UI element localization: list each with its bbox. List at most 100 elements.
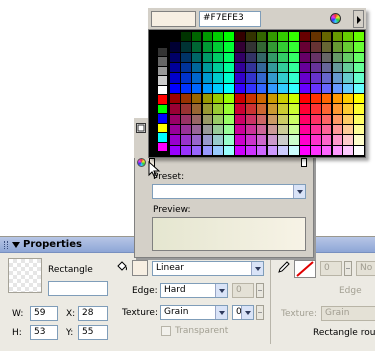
color-swatch[interactable] (278, 32, 289, 42)
color-swatch[interactable] (256, 52, 267, 62)
color-swatch[interactable] (180, 94, 191, 104)
stroke-width-stepper[interactable] (344, 261, 352, 276)
color-swatch[interactable] (170, 63, 180, 73)
color-swatch[interactable] (354, 42, 364, 52)
gradient-stop-marker-right-icon[interactable] (301, 158, 307, 167)
color-swatch[interactable] (310, 135, 321, 145)
fill-type-select[interactable]: Linear (152, 261, 264, 276)
color-swatch[interactable] (245, 104, 256, 114)
properties-grip-icon[interactable] (4, 241, 8, 249)
color-swatch[interactable] (267, 73, 278, 83)
color-swatch[interactable] (202, 94, 213, 104)
color-swatch[interactable] (321, 52, 332, 62)
color-swatch[interactable] (245, 32, 256, 42)
color-swatch[interactable] (213, 125, 224, 135)
color-swatch[interactable] (267, 104, 278, 114)
color-swatch[interactable] (191, 83, 202, 93)
texture-amount-stepper[interactable] (256, 305, 264, 320)
color-swatch[interactable] (310, 73, 321, 83)
system-color-swatch[interactable] (158, 133, 167, 142)
color-swatch[interactable] (332, 125, 343, 135)
color-swatch[interactable] (213, 135, 224, 145)
color-swatch[interactable] (224, 42, 234, 52)
color-swatch[interactable] (321, 94, 332, 104)
system-color-swatch[interactable] (158, 38, 167, 47)
color-swatch[interactable] (170, 83, 180, 93)
color-swatch[interactable] (235, 63, 245, 73)
color-swatch[interactable] (180, 42, 191, 52)
color-swatch[interactable] (300, 52, 310, 62)
color-swatch[interactable] (191, 73, 202, 83)
color-swatch[interactable] (202, 63, 213, 73)
color-swatch[interactable] (310, 83, 321, 93)
color-swatch[interactable] (191, 63, 202, 73)
panel-menu-icon[interactable] (136, 123, 146, 133)
color-swatch[interactable] (289, 32, 299, 42)
system-color-swatch[interactable] (158, 47, 167, 56)
color-swatch[interactable] (202, 32, 213, 42)
color-swatch[interactable] (300, 104, 310, 114)
system-color-swatch[interactable] (158, 95, 167, 104)
color-swatch[interactable] (245, 83, 256, 93)
color-swatch[interactable] (202, 114, 213, 124)
color-swatch[interactable] (267, 125, 278, 135)
color-swatch[interactable] (310, 63, 321, 73)
color-swatch[interactable] (256, 94, 267, 104)
color-swatch[interactable] (300, 135, 310, 145)
color-swatch[interactable] (202, 104, 213, 114)
color-swatch[interactable] (332, 63, 343, 73)
color-swatch[interactable] (343, 73, 354, 83)
color-swatch[interactable] (235, 135, 245, 145)
stroke-color-swatch[interactable] (294, 260, 316, 278)
color-swatch[interactable] (170, 104, 180, 114)
color-swatch[interactable] (300, 94, 310, 104)
color-swatch[interactable] (321, 135, 332, 145)
color-swatch[interactable] (278, 52, 289, 62)
color-swatch[interactable] (332, 94, 343, 104)
color-swatch[interactable] (300, 125, 310, 135)
color-swatch[interactable] (321, 42, 332, 52)
color-swatch[interactable] (245, 52, 256, 62)
color-swatch[interactable] (170, 32, 180, 42)
color-swatch[interactable] (267, 145, 278, 155)
color-swatch[interactable] (213, 83, 224, 93)
color-swatch[interactable] (202, 42, 213, 52)
color-swatch[interactable] (278, 114, 289, 124)
color-swatch[interactable] (354, 73, 364, 83)
color-swatch[interactable] (224, 125, 234, 135)
color-swatch[interactable] (245, 125, 256, 135)
texture-select-2[interactable]: Grain (321, 306, 375, 321)
color-swatch[interactable] (213, 73, 224, 83)
color-swatch[interactable] (267, 83, 278, 93)
color-swatch[interactable] (332, 73, 343, 83)
color-swatch[interactable] (354, 125, 364, 135)
color-swatch[interactable] (256, 42, 267, 52)
color-swatch[interactable] (332, 42, 343, 52)
color-swatch[interactable] (256, 83, 267, 93)
color-swatch[interactable] (235, 52, 245, 62)
system-color-swatch[interactable] (158, 142, 167, 151)
color-swatch[interactable] (180, 52, 191, 62)
color-swatch[interactable] (310, 145, 321, 155)
color-swatch[interactable] (310, 52, 321, 62)
color-swatch[interactable] (310, 104, 321, 114)
color-swatch[interactable] (202, 125, 213, 135)
color-swatch[interactable] (235, 32, 245, 42)
color-swatch[interactable] (224, 104, 234, 114)
color-swatch[interactable] (245, 94, 256, 104)
color-swatch[interactable] (321, 83, 332, 93)
color-swatch[interactable] (213, 114, 224, 124)
color-swatch[interactable] (300, 145, 310, 155)
edge-select[interactable]: Hard (160, 283, 228, 298)
color-swatch[interactable] (180, 135, 191, 145)
color-swatch[interactable] (354, 32, 364, 42)
color-swatch[interactable] (235, 83, 245, 93)
color-swatch[interactable] (235, 145, 245, 155)
color-swatch[interactable] (180, 32, 191, 42)
color-swatch[interactable] (235, 125, 245, 135)
color-swatch[interactable] (289, 145, 299, 155)
color-swatch[interactable] (245, 145, 256, 155)
color-swatch[interactable] (235, 73, 245, 83)
system-color-swatch[interactable] (158, 114, 167, 123)
color-swatch[interactable] (191, 32, 202, 42)
